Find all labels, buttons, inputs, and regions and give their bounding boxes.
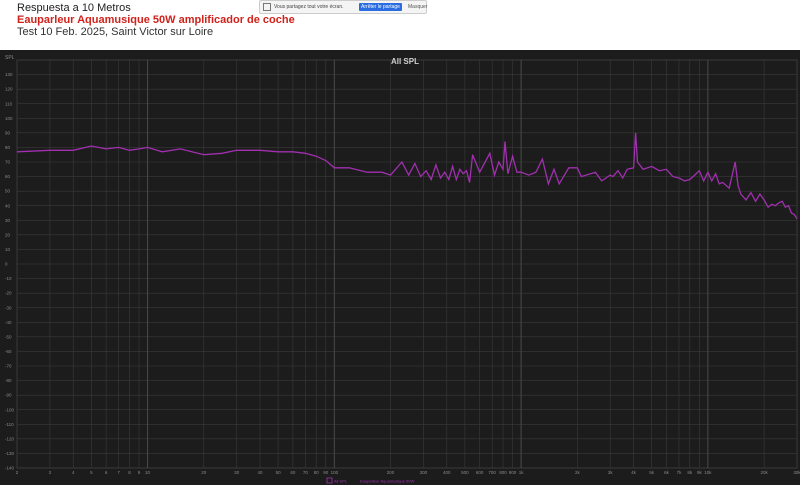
legend: All SPL Eauparleur Aquamusique 50W — [326, 477, 414, 484]
x-tick-label: 2 — [16, 470, 19, 475]
y-tick-label: -30 — [5, 305, 12, 310]
y-tick-label: 110 — [5, 101, 13, 106]
y-axis-ticks: 1301201101009080706050403020100-10-20-30… — [5, 72, 15, 470]
x-tick-label: 8k — [687, 470, 693, 475]
y-tick-label: -40 — [5, 320, 12, 325]
x-tick-label: 30 — [234, 470, 240, 475]
x-tick-label: 6 — [105, 470, 108, 475]
x-tick-label: 6k — [664, 470, 670, 475]
test-info: Test 10 Feb. 2025, Saint Victor sur Loir… — [17, 26, 214, 38]
spl-chart-svg: 1301201101009080706050403020100-10-20-30… — [5, 55, 800, 484]
y-tick-label: 70 — [5, 160, 11, 165]
x-tick-label: 500 — [461, 470, 469, 475]
page-title: Respuesta a 10 Metros — [17, 2, 131, 14]
x-tick-label: 300 — [420, 470, 428, 475]
spl-chart: 130 120 110 100 90 80 70 60 50 40 30 20 10 0 -10 -20 -30… — [0, 50, 800, 485]
y-tick-label: 100 — [5, 116, 13, 121]
screen-share-icon — [263, 3, 271, 11]
x-tick-label: 80 — [314, 470, 320, 475]
x-tick-label: 7k — [677, 470, 683, 475]
y-tick-label: -50 — [5, 334, 12, 339]
y-tick-label: -130 — [5, 451, 15, 456]
x-tick-label: 5 — [90, 470, 93, 475]
x-tick-label: 10k — [704, 470, 712, 475]
y-tick-label: -80 — [5, 378, 12, 383]
x-tick-label: 100 — [331, 470, 339, 475]
x-tick-label: 9k — [697, 470, 703, 475]
chart-title: All SPL — [391, 57, 419, 66]
x-tick-label: 60 — [290, 470, 296, 475]
x-tick-label: 700 — [488, 470, 496, 475]
x-tick-label: 7 — [117, 470, 120, 475]
y-tick-label: -20 — [5, 291, 12, 296]
y-tick-label: 50 — [5, 189, 11, 194]
y-tick-label: 20 — [5, 232, 11, 237]
y-tick-label: -70 — [5, 364, 12, 369]
y-tick-label: 40 — [5, 203, 11, 208]
x-tick-label: 200 — [387, 470, 395, 475]
y-tick-label: 10 — [5, 247, 11, 252]
x-tick-label: 40 — [257, 470, 263, 475]
screen-share-bar: Vous partagez tout votre écran. Arrêter … — [259, 0, 427, 14]
x-tick-label: 900 — [509, 470, 517, 475]
y-tick-label: 30 — [5, 218, 11, 223]
x-tick-label: 1k — [519, 470, 525, 475]
x-tick-label: 50 — [276, 470, 282, 475]
legend-entry: All SPL — [334, 479, 348, 484]
x-tick-label: 9 — [138, 470, 141, 475]
x-tick-label: 3 — [49, 470, 52, 475]
x-tick-label: 600 — [476, 470, 484, 475]
x-tick-label: 70 — [303, 470, 309, 475]
y-tick-label: 60 — [5, 174, 11, 179]
chart-grid — [16, 59, 798, 469]
x-tick-label: 2k — [575, 470, 581, 475]
y-tick-label: 120 — [5, 87, 13, 92]
x-tick-label: 8 — [128, 470, 131, 475]
y-tick-label: 0 — [5, 262, 8, 267]
y-tick-label: 90 — [5, 130, 11, 135]
x-tick-label: 5k — [649, 470, 655, 475]
y-axis-label: SPL — [5, 55, 15, 61]
x-tick-label: 4k — [631, 470, 637, 475]
x-tick-label: 10 — [145, 470, 151, 475]
hide-share-bar-button[interactable]: Masquer — [408, 4, 427, 10]
legend-swatch — [326, 477, 333, 484]
stop-sharing-button[interactable]: Arrêter le partage — [359, 3, 402, 11]
x-axis-ticks: 2 3 4 5 6 7 8 9 10 20 30 40 50 60 70 80 90 100 200 300 400 50… — [16, 470, 800, 475]
y-tick-label: -110 — [5, 422, 14, 427]
y-tick-label: -90 — [5, 393, 12, 398]
legend-source: Eauparleur Aquamusique 50W — [360, 479, 414, 484]
y-tick-label: -10 — [5, 276, 12, 281]
y-tick-label: 130 — [5, 72, 13, 77]
x-tick-label: 800 — [499, 470, 507, 475]
y-tick-label: -100 — [5, 407, 15, 412]
product-title: Eauparleur Aquamusique 50W amplificador … — [17, 14, 295, 26]
screen-share-message: Vous partagez tout votre écran. — [274, 4, 344, 10]
x-tick-label: 90 — [323, 470, 329, 475]
x-tick-label: 30k — [793, 470, 800, 475]
y-tick-label: -140 — [5, 466, 15, 471]
x-tick-label: 3k — [608, 470, 614, 475]
y-tick-label: 80 — [5, 145, 11, 150]
x-tick-label: 20 — [201, 470, 207, 475]
y-tick-label: -120 — [5, 436, 15, 441]
x-tick-label: 20k — [760, 470, 768, 475]
x-tick-label: 4 — [72, 470, 75, 475]
y-tick-label: -60 — [5, 349, 12, 354]
x-tick-label: 400 — [443, 470, 451, 475]
